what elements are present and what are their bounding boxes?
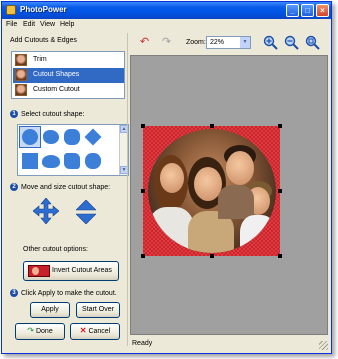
- shape-square[interactable]: [20, 151, 40, 171]
- resize-handle-ne[interactable]: [278, 124, 282, 128]
- chevron-down-icon[interactable]: ▼: [240, 37, 250, 48]
- apply-button[interactable]: Apply: [30, 302, 70, 318]
- trim-icon: [15, 54, 27, 66]
- done-button[interactable]: ↷ Done: [15, 323, 65, 340]
- done-arrow-icon: ↷: [27, 326, 34, 335]
- circle-shape-icon: [22, 129, 38, 145]
- cancel-x-icon: ✕: [79, 326, 87, 335]
- image-canvas[interactable]: [130, 55, 328, 335]
- resize-handle-s[interactable]: [210, 254, 214, 258]
- list-item-custom-cutout[interactable]: Custom Cutout: [13, 83, 124, 98]
- invert-cutout-icon: [28, 265, 50, 277]
- zoom-in-icon[interactable]: [263, 35, 278, 50]
- move-arrows-icon[interactable]: [32, 197, 60, 225]
- cloud-shape-icon: [43, 130, 59, 144]
- panel-divider[interactable]: [127, 33, 128, 346]
- zoom-select[interactable]: 22% ▼: [206, 36, 251, 49]
- shape-cloud[interactable]: [41, 127, 61, 147]
- app-icon: [6, 5, 16, 15]
- window-title: PhotoPower: [20, 5, 67, 14]
- step-2-badge: 2: [10, 183, 18, 191]
- menu-file[interactable]: File: [6, 21, 17, 28]
- minimize-button[interactable]: _: [286, 4, 299, 17]
- start-over-button[interactable]: Start Over: [76, 302, 120, 318]
- shape-gallery[interactable]: ▲ ▼: [17, 124, 129, 176]
- resize-handle-se[interactable]: [278, 254, 282, 258]
- shape-diamond[interactable]: [83, 127, 103, 147]
- menu-bar: File Edit View Help: [2, 19, 331, 31]
- cancel-button[interactable]: ✕ Cancel: [70, 323, 120, 340]
- cloud-wide-shape-icon: [42, 155, 60, 168]
- cutout-type-list[interactable]: Trim Cutout Shapes Custom Cutout: [11, 51, 125, 99]
- zoom-label: Zoom:: [186, 39, 206, 46]
- resize-arrows-icon[interactable]: [75, 199, 97, 225]
- resize-grip-icon[interactable]: [319, 341, 328, 350]
- undo-arrow-icon[interactable]: ↶: [137, 35, 152, 50]
- resize-handle-nw[interactable]: [141, 124, 145, 128]
- square-shape-icon: [22, 153, 38, 169]
- scallop-shape-icon: [64, 129, 80, 145]
- diamond-shape-icon: [84, 128, 102, 146]
- step-3-label: Click Apply to make the cutout.: [21, 290, 117, 297]
- menu-view[interactable]: View: [40, 21, 55, 28]
- resize-handle-e[interactable]: [278, 189, 282, 193]
- redo-arrow-icon[interactable]: ↷: [159, 35, 174, 50]
- resize-handle-sw[interactable]: [141, 254, 145, 258]
- custom-cutout-icon: [15, 84, 27, 96]
- resize-handle-n[interactable]: [210, 124, 214, 128]
- resize-handle-w[interactable]: [141, 189, 145, 193]
- menu-edit[interactable]: Edit: [23, 21, 35, 28]
- cutout-preview[interactable]: [141, 124, 282, 258]
- left-panel: Add Cutouts & Edges Trim Cutout Shapes C…: [6, 33, 129, 343]
- step-2-label: Move and size cutout shape:: [21, 184, 111, 191]
- zoom-fit-icon[interactable]: [305, 35, 320, 50]
- cutout-shapes-icon: [15, 69, 27, 81]
- status-bar: Ready: [129, 336, 330, 352]
- maximize-button[interactable]: □: [301, 4, 314, 17]
- family-photo: [148, 129, 276, 253]
- flower-shape-icon: [85, 153, 101, 169]
- zoom-out-icon[interactable]: [284, 35, 299, 50]
- invert-cutout-button[interactable]: Invert Cutout Areas: [23, 261, 119, 281]
- toolbar: ↶ ↷ Zoom: 22% ▼: [129, 33, 330, 53]
- close-button[interactable]: ×: [316, 4, 329, 17]
- photo-shirt-father: [218, 185, 254, 219]
- step-3-badge: 3: [10, 289, 18, 297]
- photo-face-father: [226, 151, 254, 185]
- title-bar[interactable]: PhotoPower _ □ ×: [2, 2, 331, 19]
- shape-scallop[interactable]: [62, 127, 82, 147]
- step-1-badge: 1: [10, 110, 18, 118]
- list-item-cutout-shapes[interactable]: Cutout Shapes: [13, 68, 124, 83]
- shape-cloud-wide[interactable]: [41, 151, 61, 171]
- list-item-trim[interactable]: Trim: [13, 53, 124, 68]
- shape-wavy-square[interactable]: [62, 151, 82, 171]
- shape-circle[interactable]: [19, 126, 41, 148]
- app-window: PhotoPower _ □ × File Edit View Help Add…: [1, 1, 332, 354]
- panel-heading: Add Cutouts & Edges: [10, 37, 77, 44]
- menu-help[interactable]: Help: [60, 21, 74, 28]
- photo-shirt-boy: [240, 215, 276, 253]
- photo-face-girl: [160, 163, 184, 193]
- other-options-label: Other cutout options:: [23, 246, 88, 253]
- wavy-square-shape-icon: [64, 153, 80, 169]
- step-1-label: Select cutout shape:: [21, 111, 85, 118]
- status-text: Ready: [132, 340, 153, 347]
- shape-flower[interactable]: [83, 151, 103, 171]
